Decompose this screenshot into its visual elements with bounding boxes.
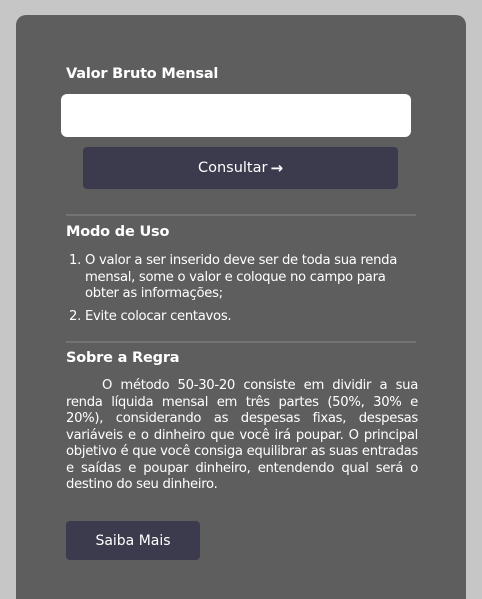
list-item: 2. Evite colocar centavos.: [66, 309, 418, 326]
calculator-card: Valor Bruto Mensal Consultar → Modo de U…: [16, 15, 466, 599]
list-item-number: 2.: [69, 308, 81, 324]
learn-more-button[interactable]: Saiba Mais: [66, 521, 200, 560]
usage-title: Modo de Uso: [66, 224, 170, 240]
divider: [66, 214, 416, 216]
divider: [66, 341, 416, 343]
arrow-right-icon: →: [270, 159, 284, 177]
list-item: 1. O valor a ser inserido deve ser de to…: [66, 253, 418, 303]
usage-list: 1. O valor a ser inserido deve ser de to…: [66, 253, 418, 331]
rule-description: O método 50-30-20 consiste em dividir a …: [66, 378, 418, 492]
salary-field-label: Valor Bruto Mensal: [66, 66, 219, 82]
list-item-number: 1.: [69, 253, 81, 268]
list-item-text: O valor a ser inserido deve ser de toda …: [85, 253, 398, 301]
consult-button[interactable]: Consultar →: [83, 147, 398, 189]
consult-button-label: Consultar: [197, 160, 268, 176]
salary-input[interactable]: [61, 94, 411, 137]
list-item-text: Evite colocar centavos.: [85, 308, 232, 324]
rule-title: Sobre a Regra: [66, 350, 180, 366]
